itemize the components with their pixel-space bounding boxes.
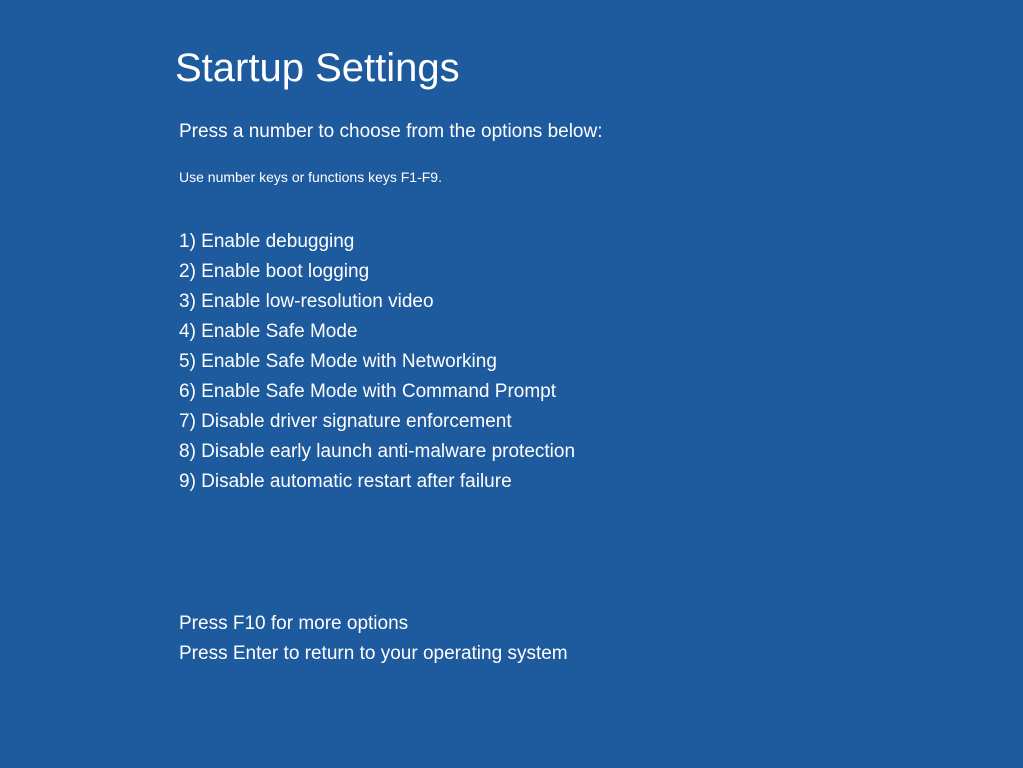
option-enable-safe-mode[interactable]: 4) Enable Safe Mode	[179, 317, 603, 347]
footer-more-options: Press F10 for more options	[179, 609, 603, 639]
startup-settings-screen: Startup Settings Press a number to choos…	[175, 46, 603, 669]
footer-return-to-os: Press Enter to return to your operating …	[179, 639, 603, 669]
option-enable-safe-mode-command-prompt[interactable]: 6) Enable Safe Mode with Command Prompt	[179, 377, 603, 407]
option-disable-early-launch-anti-malware[interactable]: 8) Disable early launch anti-malware pro…	[179, 437, 603, 467]
hint-text: Use number keys or functions keys F1-F9.	[179, 169, 603, 185]
option-enable-safe-mode-networking[interactable]: 5) Enable Safe Mode with Networking	[179, 347, 603, 377]
option-enable-debugging[interactable]: 1) Enable debugging	[179, 227, 603, 257]
option-enable-low-resolution-video[interactable]: 3) Enable low-resolution video	[179, 287, 603, 317]
footer-instructions: Press F10 for more options Press Enter t…	[179, 609, 603, 669]
page-title: Startup Settings	[175, 46, 603, 91]
option-disable-driver-signature-enforcement[interactable]: 7) Disable driver signature enforcement	[179, 407, 603, 437]
instruction-text: Press a number to choose from the option…	[179, 121, 603, 143]
option-enable-boot-logging[interactable]: 2) Enable boot logging	[179, 257, 603, 287]
options-list: 1) Enable debugging 2) Enable boot loggi…	[179, 227, 603, 497]
option-disable-automatic-restart[interactable]: 9) Disable automatic restart after failu…	[179, 467, 603, 497]
